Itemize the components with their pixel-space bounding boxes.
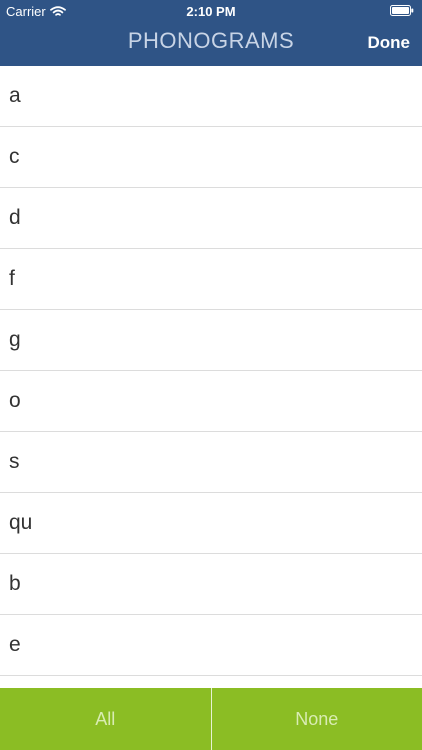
list-item[interactable]: s — [0, 432, 422, 493]
list-item[interactable]: b — [0, 554, 422, 615]
battery-icon — [390, 5, 414, 16]
list-item[interactable]: h — [0, 676, 422, 688]
list-item-label: c — [9, 145, 20, 168]
list-item-label: o — [9, 389, 21, 412]
phonogram-list: a c d f g o s qu b e h — [0, 66, 422, 688]
top-bar: Carrier 2:10 PM PHONOGRAMS Done — [0, 0, 422, 66]
list-item[interactable]: qu — [0, 493, 422, 554]
list-item[interactable]: a — [0, 66, 422, 127]
page-title: PHONOGRAMS — [127, 28, 295, 53]
list-item-label: s — [9, 450, 20, 473]
list-item-label: e — [9, 633, 21, 656]
status-bar: Carrier 2:10 PM — [0, 0, 422, 22]
done-button[interactable]: Done — [368, 33, 411, 53]
list-item-label: qu — [9, 511, 33, 534]
list-item[interactable]: g — [0, 310, 422, 371]
list-item-label: f — [9, 267, 15, 290]
list-item-label: g — [9, 328, 21, 351]
list-item[interactable]: o — [0, 371, 422, 432]
select-all-button[interactable]: All — [0, 688, 211, 750]
list-item[interactable]: c — [0, 127, 422, 188]
select-none-button[interactable]: None — [212, 688, 422, 750]
list-item-label: b — [9, 572, 21, 595]
list-item[interactable]: d — [0, 188, 422, 249]
list-item[interactable]: e — [0, 615, 422, 676]
bottom-selection-bar: All None — [0, 688, 422, 750]
list-item-label: a — [9, 84, 21, 107]
list-item-label: d — [9, 206, 21, 229]
list-item[interactable]: f — [0, 249, 422, 310]
navigation-bar: PHONOGRAMS Done — [0, 22, 422, 66]
phonograms-screen: Carrier 2:10 PM PHONOGRAMS Done a c d f g o s q… — [0, 0, 422, 750]
bottom-divider — [210, 688, 212, 750]
status-time: 2:10 PM — [186, 4, 236, 19]
